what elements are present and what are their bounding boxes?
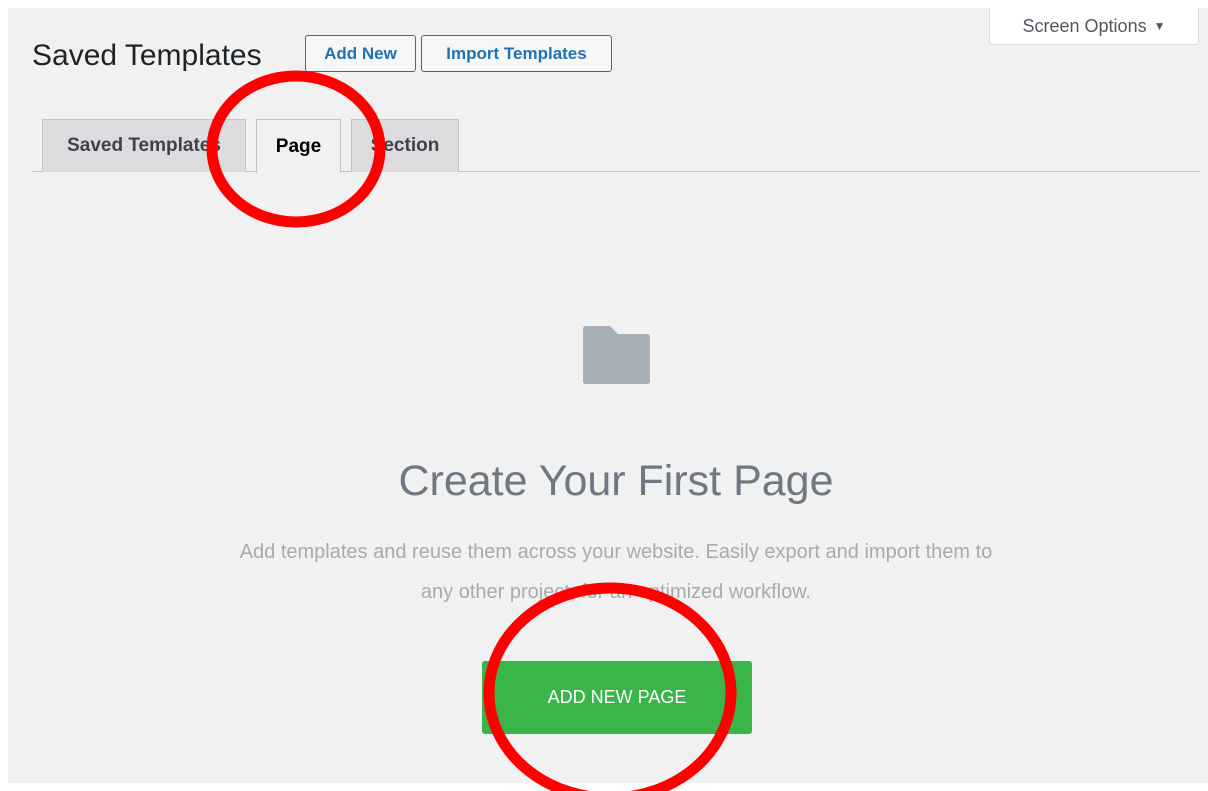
empty-state-title: Create Your First Page (398, 457, 834, 505)
triangle-down-icon: ▼ (1153, 19, 1166, 33)
add-new-page-button[interactable]: ADD NEW PAGE (482, 661, 752, 734)
import-templates-button[interactable]: Import Templates (421, 35, 612, 72)
page-title: Saved Templates (32, 39, 262, 72)
tab-saved-templates[interactable]: Saved Templates (42, 119, 246, 172)
screen-options-label: Screen Options (1022, 15, 1147, 36)
screen-options-button[interactable]: Screen Options ▼ (989, 8, 1199, 45)
tab-page[interactable]: Page (256, 119, 341, 173)
empty-state-description: Add templates and reuse them across your… (239, 541, 993, 603)
folder-icon (583, 326, 650, 384)
tab-section[interactable]: Section (351, 119, 459, 172)
add-new-button[interactable]: Add New (305, 35, 416, 72)
